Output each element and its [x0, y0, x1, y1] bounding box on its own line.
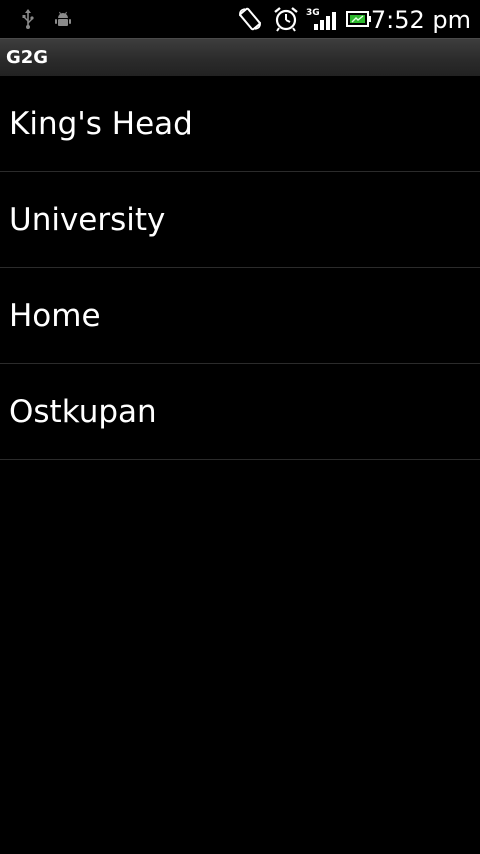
list-item[interactable]: University [0, 172, 480, 268]
list-item-label: University [9, 201, 166, 238]
usb-icon [18, 0, 38, 38]
battery-icon [345, 0, 373, 38]
list-item[interactable]: King's Head [0, 76, 480, 172]
list-item[interactable]: Ostkupan [0, 364, 480, 460]
android-debug-icon [52, 0, 74, 38]
status-bar: 3G 7:52 pm [0, 0, 480, 38]
app-title: G2G [6, 47, 49, 68]
signal-icon: 3G [306, 0, 338, 38]
alarm-icon [272, 0, 300, 38]
app-title-bar: G2G [0, 38, 480, 76]
network-type-label: 3G [306, 8, 320, 18]
list-item-label: Home [9, 297, 101, 334]
auto-rotate-icon [236, 0, 264, 38]
status-time: 7:52 pm [370, 6, 471, 34]
location-list: King's Head University Home Ostkupan [0, 76, 480, 460]
list-item-label: Ostkupan [9, 393, 157, 430]
list-item[interactable]: Home [0, 268, 480, 364]
list-item-label: King's Head [9, 105, 193, 142]
